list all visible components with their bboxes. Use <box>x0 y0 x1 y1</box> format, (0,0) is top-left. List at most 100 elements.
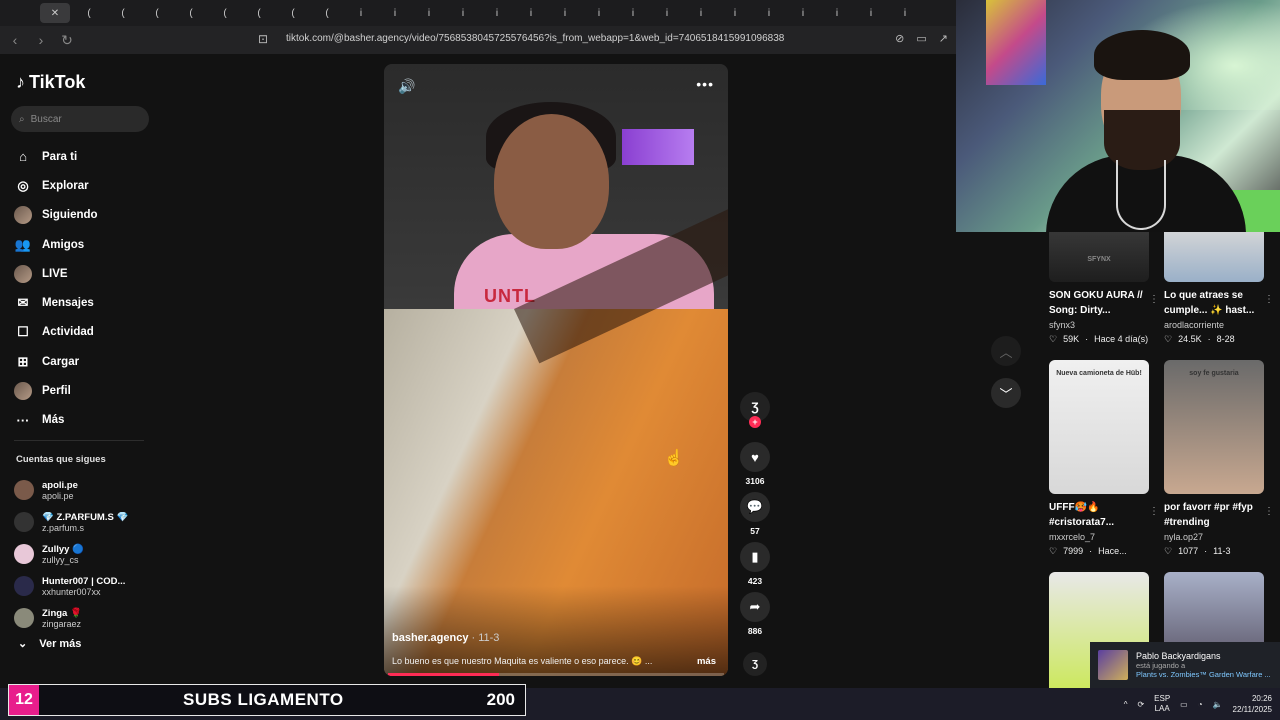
tiktok-logo[interactable]: ♪ TikTok <box>16 72 85 93</box>
browser-tab[interactable] <box>6 3 36 23</box>
video-creator[interactable]: arodlacorriente <box>1164 320 1264 330</box>
video-thumbnail[interactable] <box>1164 232 1264 282</box>
friend-activity-toast[interactable]: Pablo Backyardigans está jugando a Plant… <box>1090 642 1280 688</box>
browser-tab[interactable]: i <box>584 3 614 23</box>
share-icon[interactable]: ↗ <box>939 32 948 45</box>
video-title[interactable]: UFFF🥵🔥 #cristorata7... <box>1049 500 1149 530</box>
video-title[interactable]: por favorr #pr #fyp #trending <box>1164 500 1264 530</box>
recommended-video-card[interactable]: soy fe gustaria por favorr #pr #fyp #tren… <box>1164 360 1274 557</box>
clock[interactable]: 20:26 22/11/2025 <box>1233 693 1272 715</box>
save-action[interactable]: ▮ 423 <box>740 542 770 586</box>
sound-disc-icon[interactable]: Ʒ <box>743 652 767 676</box>
following-account[interactable]: Hunter007 | COD... xxhunter007xx <box>14 570 128 602</box>
sync-icon[interactable]: ⟳ <box>1137 700 1144 709</box>
wifi-icon[interactable]: ◔ <box>1198 700 1203 709</box>
nav-item-explore[interactable]: ◎ Explorar <box>14 171 98 200</box>
bookmark-icon[interactable]: ⊡ <box>258 32 268 46</box>
browser-tab[interactable]: i <box>414 3 444 23</box>
video-creator[interactable]: sfynx3 <box>1049 320 1149 330</box>
share-arrow-icon[interactable]: ➦ <box>740 592 770 622</box>
video-thumbnail[interactable]: SFYNX <box>1049 232 1149 282</box>
display-icon[interactable]: ▭ <box>1180 700 1188 709</box>
nav-item-more[interactable]: ··· Más <box>14 406 98 435</box>
volume-icon[interactable]: 🔈 <box>1213 700 1223 709</box>
browser-tab[interactable]: ( <box>210 3 240 23</box>
browser-tab[interactable]: ( <box>176 3 206 23</box>
card-menu-icon[interactable]: ⋮ <box>1264 294 1274 305</box>
no-translate-icon[interactable]: ⊘ <box>895 32 904 45</box>
browser-tab[interactable]: i <box>550 3 580 23</box>
browser-tab[interactable]: ( <box>142 3 172 23</box>
see-more-button[interactable]: ⌄ Ver más <box>18 637 81 651</box>
nav-item-following[interactable]: Siguiendo <box>14 201 98 230</box>
video-author[interactable]: basher.agency · 11-3 <box>392 632 499 644</box>
more-options-icon[interactable]: ••• <box>696 76 714 92</box>
previous-video-button[interactable]: ︿ <box>991 336 1021 366</box>
nav-item-for-you[interactable]: ⌂ Para ti <box>14 142 98 171</box>
like-action[interactable]: ♥ 3106 <box>740 442 770 486</box>
progress-bar[interactable] <box>388 673 724 676</box>
video-thumbnail[interactable]: soy fe gustaria <box>1164 360 1264 494</box>
browser-tab[interactable]: i <box>890 3 920 23</box>
browser-tab[interactable]: i <box>380 3 410 23</box>
recommended-video-card[interactable]: SFYNX SON GOKU AURA // Song: Dirty... ⋮ sfy… <box>1049 232 1159 345</box>
video-creator[interactable]: mxxrcelo_7 <box>1049 532 1149 542</box>
following-account[interactable]: Zullyy 🔵 zullyy_cs <box>14 538 128 570</box>
browser-tab[interactable]: ( <box>312 3 342 23</box>
nav-item-friends[interactable]: 👥 Amigos <box>14 230 98 259</box>
nav-item-upload[interactable]: ⊞ Cargar <box>14 347 98 376</box>
browser-tab[interactable]: i <box>448 3 478 23</box>
card-menu-icon[interactable]: ⋮ <box>1149 294 1159 305</box>
browser-tab[interactable]: i <box>652 3 682 23</box>
heart-icon[interactable]: ♥ <box>740 442 770 472</box>
browser-tab[interactable]: i <box>720 3 750 23</box>
reload-icon[interactable]: ↻ <box>56 29 78 51</box>
browser-tab[interactable]: i <box>754 3 784 23</box>
video-creator[interactable]: nyla.op27 <box>1164 532 1264 542</box>
following-account[interactable]: Zinga 🌹 zingaraez <box>14 602 128 634</box>
nav-item-profile[interactable]: Perfil <box>14 376 98 405</box>
video-player[interactable]: UNTL 🔊 ••• basher.agency · 11-3 Lo bueno… <box>384 64 728 676</box>
following-account[interactable]: 💎 Z.PARFUM.S 💎 z.parfum.s <box>14 506 128 538</box>
recommended-video-card[interactable]: Nueva camioneta de Hüb! UFFF🥵🔥 #cristorat… <box>1049 360 1159 557</box>
active-tab[interactable]: ✕ <box>40 3 70 23</box>
card-menu-icon[interactable]: ⋮ <box>1264 506 1274 517</box>
browser-tab[interactable]: i <box>618 3 648 23</box>
author-name[interactable]: basher.agency <box>392 632 468 644</box>
nav-item-activity[interactable]: ☐ Actividad <box>14 318 98 347</box>
card-menu-icon[interactable]: ⋮ <box>1149 506 1159 517</box>
browser-tab[interactable]: i <box>516 3 546 23</box>
browser-tab[interactable]: i <box>788 3 818 23</box>
video-title[interactable]: SON GOKU AURA // Song: Dirty... <box>1049 288 1149 318</box>
browser-tab[interactable]: i <box>822 3 852 23</box>
browser-tab[interactable]: ( <box>278 3 308 23</box>
browser-tab[interactable]: ( <box>244 3 274 23</box>
chevron-up-icon[interactable]: ^ <box>1124 700 1128 709</box>
browser-tab[interactable]: i <box>482 3 512 23</box>
search-input[interactable]: ⌕ Buscar <box>11 106 149 132</box>
url-text[interactable]: tiktok.com/@basher.agency/video/75685380… <box>286 33 784 44</box>
video-thumbnail[interactable]: Nueva camioneta de Hüb! <box>1049 360 1149 494</box>
share-action[interactable]: ➦ 886 <box>740 592 770 636</box>
browser-tab[interactable]: i <box>856 3 886 23</box>
nav-item-live[interactable]: LIVE <box>14 259 98 288</box>
creator-avatar[interactable]: Ʒ + <box>740 392 770 428</box>
volume-icon[interactable]: 🔊 <box>398 78 415 95</box>
following-account[interactable]: apoli.pe apoli.pe <box>14 474 128 506</box>
video-title[interactable]: Lo que atraes se cumple... ✨ hast... <box>1164 288 1264 318</box>
next-video-button[interactable]: ﹀ <box>991 378 1021 408</box>
cast-icon[interactable]: ▭ <box>916 32 926 45</box>
browser-tab[interactable]: i <box>686 3 716 23</box>
nav-item-messages[interactable]: ✉ Mensajes <box>14 288 98 317</box>
recommended-video-card[interactable]: Lo que atraes se cumple... ✨ hast... ⋮ aro… <box>1164 232 1274 345</box>
comment-action[interactable]: 💬 57 <box>740 492 770 536</box>
language-indicator[interactable]: ESP LAA <box>1154 694 1170 714</box>
browser-tab[interactable]: i <box>346 3 376 23</box>
more-caption-button[interactable]: más <box>697 656 716 667</box>
browser-tab[interactable]: ( <box>74 3 104 23</box>
bookmark-save-icon[interactable]: ▮ <box>740 542 770 572</box>
comment-icon[interactable]: 💬 <box>740 492 770 522</box>
browser-tab[interactable]: ( <box>108 3 138 23</box>
follow-plus-icon[interactable]: + <box>749 416 761 428</box>
forward-icon[interactable]: › <box>30 29 52 51</box>
